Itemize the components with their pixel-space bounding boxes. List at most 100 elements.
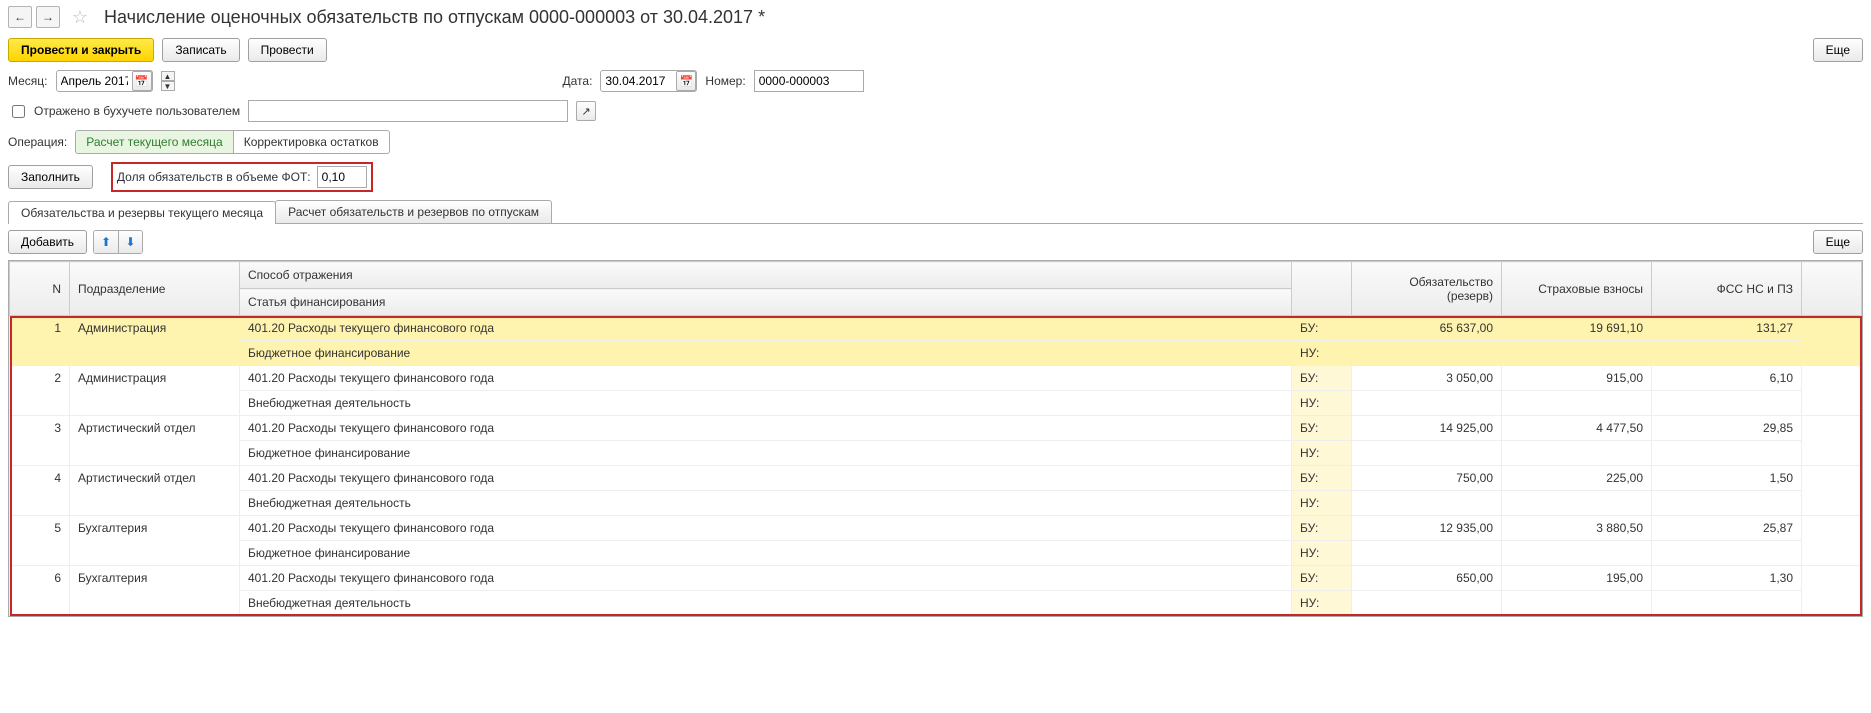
number-input[interactable] bbox=[754, 70, 864, 92]
cell-bu: БУ: bbox=[1292, 316, 1352, 341]
table-row-sub[interactable]: Внебюджетная деятельностьНУ: bbox=[10, 591, 1862, 616]
operation-correction[interactable]: Корректировка остатков bbox=[233, 131, 389, 153]
cell-method: 401.20 Расходы текущего финансового года bbox=[240, 366, 1292, 391]
open-external-icon[interactable] bbox=[576, 101, 596, 121]
share-highlight-box: Доля обязательств в объеме ФОТ: bbox=[111, 162, 373, 192]
calendar-icon-2[interactable] bbox=[676, 71, 696, 91]
more-button-table[interactable]: Еще bbox=[1813, 230, 1863, 254]
cell-finance: Бюджетное финансирование bbox=[240, 341, 1292, 366]
cell-n: 3 bbox=[10, 416, 70, 466]
cell-bu: БУ: bbox=[1292, 416, 1352, 441]
cell-fss: 1,50 bbox=[1652, 466, 1802, 491]
fill-button[interactable]: Заполнить bbox=[8, 165, 93, 189]
table-row[interactable]: 4Артистический отдел401.20 Расходы текущ… bbox=[10, 466, 1862, 491]
date-input[interactable] bbox=[601, 72, 676, 90]
tab-current-obligations[interactable]: Обязательства и резервы текущего месяца bbox=[8, 201, 276, 224]
table-row[interactable]: 1Администрация401.20 Расходы текущего фи… bbox=[10, 316, 1862, 341]
cell-finance: Бюджетное финансирование bbox=[240, 441, 1292, 466]
table-row-sub[interactable]: Бюджетное финансированиеНУ: bbox=[10, 441, 1862, 466]
cell-ins-nu bbox=[1502, 541, 1652, 566]
cell-dept: Артистический отдел bbox=[70, 416, 240, 466]
cell-blank bbox=[1802, 316, 1862, 366]
cell-fss-nu bbox=[1652, 491, 1802, 516]
post-button[interactable]: Провести bbox=[248, 38, 327, 62]
cell-oblig: 3 050,00 bbox=[1352, 366, 1502, 391]
col-oblig[interactable]: Обязательство (резерв) bbox=[1352, 262, 1502, 316]
cell-fss-nu bbox=[1652, 441, 1802, 466]
cell-nu: НУ: bbox=[1292, 441, 1352, 466]
table-row-sub[interactable]: Внебюджетная деятельностьНУ: bbox=[10, 491, 1862, 516]
nav-back-button[interactable]: ← bbox=[8, 6, 32, 28]
cell-bu: БУ: bbox=[1292, 366, 1352, 391]
post-and-close-button[interactable]: Провести и закрыть bbox=[8, 38, 154, 62]
cell-dept: Администрация bbox=[70, 366, 240, 416]
cell-nu: НУ: bbox=[1292, 591, 1352, 616]
table-row-sub[interactable]: Внебюджетная деятельностьНУ: bbox=[10, 391, 1862, 416]
favorite-icon[interactable]: ☆ bbox=[70, 7, 90, 27]
cell-oblig-nu bbox=[1352, 341, 1502, 366]
obligations-table: N Подразделение Способ отражения Обязате… bbox=[9, 261, 1862, 616]
table-row[interactable]: 2Администрация401.20 Расходы текущего фи… bbox=[10, 366, 1862, 391]
cell-blank bbox=[1802, 366, 1862, 416]
reflected-label: Отражено в бухучете пользователем bbox=[34, 104, 240, 118]
cell-fss-nu bbox=[1652, 591, 1802, 616]
reflected-user-input[interactable] bbox=[248, 100, 568, 122]
cell-ins-nu bbox=[1502, 491, 1652, 516]
table-row-sub[interactable]: Бюджетное финансированиеНУ: bbox=[10, 541, 1862, 566]
cell-nu: НУ: bbox=[1292, 491, 1352, 516]
date-field[interactable] bbox=[600, 70, 697, 92]
month-label: Месяц: bbox=[8, 74, 48, 88]
cell-method: 401.20 Расходы текущего финансового года bbox=[240, 316, 1292, 341]
col-type bbox=[1292, 262, 1352, 316]
cell-finance: Внебюджетная деятельность bbox=[240, 391, 1292, 416]
table-row-sub[interactable]: Бюджетное финансированиеНУ: bbox=[10, 341, 1862, 366]
nav-forward-button[interactable]: → bbox=[36, 6, 60, 28]
cell-fss: 25,87 bbox=[1652, 516, 1802, 541]
col-method[interactable]: Способ отражения bbox=[240, 262, 1292, 289]
cell-n: 1 bbox=[10, 316, 70, 366]
cell-method: 401.20 Расходы текущего финансового года bbox=[240, 416, 1292, 441]
cell-fss-nu bbox=[1652, 541, 1802, 566]
col-fss[interactable]: ФСС НС и ПЗ bbox=[1652, 262, 1802, 316]
table-row[interactable]: 6Бухгалтерия401.20 Расходы текущего фина… bbox=[10, 566, 1862, 591]
more-button-top[interactable]: Еще bbox=[1813, 38, 1863, 62]
spinner-up-icon[interactable]: ▲ bbox=[161, 71, 175, 81]
col-finance[interactable]: Статья финансирования bbox=[240, 289, 1292, 316]
cell-oblig-nu bbox=[1352, 391, 1502, 416]
cell-oblig: 65 637,00 bbox=[1352, 316, 1502, 341]
date-label: Дата: bbox=[563, 74, 593, 88]
cell-method: 401.20 Расходы текущего финансового года bbox=[240, 566, 1292, 591]
month-spinner[interactable]: ▲ ▼ bbox=[161, 71, 175, 91]
cell-n: 6 bbox=[10, 566, 70, 616]
month-field[interactable] bbox=[56, 70, 153, 92]
reflected-checkbox[interactable] bbox=[12, 105, 25, 118]
cell-fss: 131,27 bbox=[1652, 316, 1802, 341]
col-n[interactable]: N bbox=[10, 262, 70, 316]
col-blank bbox=[1802, 262, 1862, 316]
cell-fss-nu bbox=[1652, 341, 1802, 366]
cell-dept: Артистический отдел bbox=[70, 466, 240, 516]
add-button[interactable]: Добавить bbox=[8, 230, 87, 254]
calendar-icon[interactable] bbox=[132, 71, 152, 91]
tab-calculation[interactable]: Расчет обязательств и резервов по отпуск… bbox=[275, 200, 552, 223]
table-row[interactable]: 3Артистический отдел401.20 Расходы текущ… bbox=[10, 416, 1862, 441]
share-input[interactable] bbox=[317, 166, 367, 188]
save-button[interactable]: Записать bbox=[162, 38, 239, 62]
cell-n: 2 bbox=[10, 366, 70, 416]
table-row[interactable]: 5Бухгалтерия401.20 Расходы текущего фина… bbox=[10, 516, 1862, 541]
cell-blank bbox=[1802, 566, 1862, 616]
operation-current-month[interactable]: Расчет текущего месяца bbox=[76, 131, 232, 153]
spinner-down-icon[interactable]: ▼ bbox=[161, 81, 175, 91]
col-ins[interactable]: Страховые взносы bbox=[1502, 262, 1652, 316]
cell-nu: НУ: bbox=[1292, 391, 1352, 416]
move-up-button[interactable]: ⬆ bbox=[94, 231, 118, 253]
cell-ins: 195,00 bbox=[1502, 566, 1652, 591]
move-down-button[interactable]: ⬇ bbox=[118, 231, 142, 253]
col-dept[interactable]: Подразделение bbox=[70, 262, 240, 316]
cell-ins-nu bbox=[1502, 341, 1652, 366]
cell-oblig: 650,00 bbox=[1352, 566, 1502, 591]
operation-segment: Расчет текущего месяца Корректировка ост… bbox=[75, 130, 389, 154]
cell-ins-nu bbox=[1502, 391, 1652, 416]
month-input[interactable] bbox=[57, 72, 132, 90]
cell-oblig-nu bbox=[1352, 591, 1502, 616]
